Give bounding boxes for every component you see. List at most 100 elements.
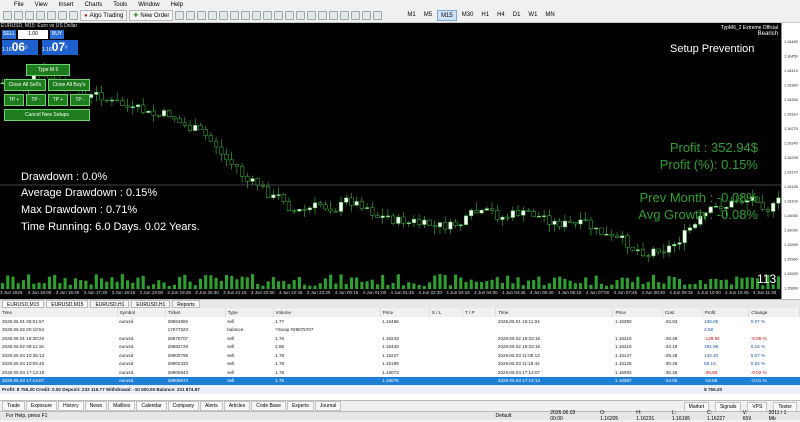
toolbox-tab-alerts[interactable]: Alerts xyxy=(200,401,223,411)
toolbox-tab-experts[interactable]: Experts xyxy=(286,401,314,411)
history-row[interactable]: 2026.06.02 00:10:54 17677623 balance ?Swap … xyxy=(0,326,800,335)
lot-size-input[interactable]: 1.00 xyxy=(18,30,48,39)
new-order-button[interactable]: ✚ New Order xyxy=(129,10,174,21)
toolbox-tab-history[interactable]: History xyxy=(58,401,84,411)
zoom-in-icon[interactable] xyxy=(219,11,229,20)
history-row[interactable]: 2026.06.03 17:14:07 eurusd 28906574 sell 1.7… xyxy=(0,376,800,385)
market-watch-icon[interactable] xyxy=(25,11,34,20)
toolbox-tab-trade[interactable]: Trade xyxy=(2,401,25,411)
timeframe-w1[interactable]: W1 xyxy=(525,10,540,21)
timeframe-mn[interactable]: MN xyxy=(542,10,557,21)
toolbox-tab-articles[interactable]: Articles xyxy=(223,401,251,411)
column-header[interactable]: Price xyxy=(380,308,430,317)
column-header[interactable]: Change xyxy=(748,308,800,317)
menu-insert[interactable]: Insert xyxy=(59,2,74,8)
text-icon[interactable] xyxy=(362,11,372,20)
volume-bar xyxy=(677,278,682,289)
chart-tab-1[interactable]: EURUSD,M15 xyxy=(2,300,45,308)
timeframe-m5[interactable]: M5 xyxy=(421,10,435,21)
cancel-new-setups-button[interactable]: Cancel New Setups xyxy=(4,109,90,121)
crosshair-icon[interactable] xyxy=(296,11,306,20)
column-header[interactable]: Time xyxy=(0,308,118,317)
timeframe-h1[interactable]: H1 xyxy=(478,10,492,21)
column-header[interactable]: Price xyxy=(612,308,663,317)
buy-button[interactable]: BUY xyxy=(50,30,64,39)
column-header[interactable]: Ticket xyxy=(165,308,226,317)
chart-shift-icon[interactable] xyxy=(263,11,273,20)
column-header[interactable]: Volume xyxy=(273,308,381,317)
tp-plus-button-1[interactable]: TP + xyxy=(4,94,24,106)
column-header[interactable]: T / P xyxy=(462,308,497,317)
column-header[interactable]: Type xyxy=(225,308,274,317)
menu-file[interactable]: File xyxy=(14,2,24,8)
timeframe-h4[interactable]: H4 xyxy=(494,10,508,21)
price-axis[interactable]: 1.16485 1.16450 1.16415 1.16380 1.16345 1.163… xyxy=(781,23,800,299)
history-row[interactable]: 2026.06.03 10:35:13 eurusd 28900795 sell 1.7… xyxy=(0,351,800,360)
menu-help[interactable]: Help xyxy=(171,2,183,8)
toolbox-tab-journal[interactable]: Journal xyxy=(314,401,342,411)
trend-line-icon[interactable] xyxy=(329,11,339,20)
timeframe-m1[interactable]: M1 xyxy=(404,10,418,21)
column-header[interactable]: Cost xyxy=(662,308,703,317)
chart-line-icon[interactable] xyxy=(208,11,218,20)
grid-icon[interactable] xyxy=(241,11,251,20)
tp-plus-button-2[interactable]: TP + xyxy=(48,94,68,106)
chart-tab-4[interactable]: EURUSD,H1 xyxy=(131,300,171,308)
toolbox-tab-company[interactable]: Company xyxy=(167,401,200,411)
tp-minus-button-1[interactable]: TP - xyxy=(26,94,46,106)
autoscroll-icon[interactable] xyxy=(252,11,262,20)
history-row[interactable]: 2026.06.02 09:11:15 eurusd 28883728 sell 2.8… xyxy=(0,343,800,352)
menu-charts[interactable]: Charts xyxy=(85,2,103,8)
column-header[interactable]: S / L xyxy=(429,308,463,317)
chart-tab-reports[interactable]: Reports xyxy=(172,300,200,308)
new-chart-icon[interactable] xyxy=(3,11,12,20)
close-all-sells-button[interactable]: Close All Sell's xyxy=(4,79,46,91)
timeframe-d1[interactable]: D1 xyxy=(510,10,524,21)
bid-quote[interactable]: 1.16063 xyxy=(2,40,38,55)
history-row[interactable]: 2026.06.01 06:01:57 eurusd 28864960 sell 1.7… xyxy=(0,317,800,326)
strategy-tester-icon[interactable] xyxy=(58,11,67,20)
channel-icon[interactable] xyxy=(340,11,350,20)
toolbox-tab-calendar[interactable]: Calendar xyxy=(136,401,167,411)
arrow-icon[interactable] xyxy=(373,11,383,20)
chart-tab-2[interactable]: EURUSD,M15 xyxy=(46,300,89,308)
timeframe-m15[interactable]: M15 xyxy=(437,10,457,21)
history-row[interactable]: 2026.06.03 17:13:19 eurusd 28906543 sell 1.7… xyxy=(0,368,800,377)
column-header[interactable]: Time xyxy=(495,308,614,317)
history-row[interactable]: 2026.06.01 18:30:26 eurusd 28875707 sell 1.7… xyxy=(0,334,800,343)
toolbox-tab-mailbox[interactable]: Mailbox xyxy=(108,401,136,411)
toolbox-tab-news[interactable]: News xyxy=(84,401,108,411)
history-row[interactable]: 2026.06.03 10:05:46 eurusd 28902333 sell 1.7… xyxy=(0,360,800,369)
tp-minus-button-2[interactable]: TP - xyxy=(70,94,90,106)
sell-button[interactable]: SELL xyxy=(2,30,16,39)
profiles-icon[interactable] xyxy=(14,11,23,20)
ask-quote[interactable]: 1.16070 xyxy=(42,40,78,55)
column-header[interactable]: Profit xyxy=(702,308,750,317)
indicators-icon[interactable] xyxy=(274,11,284,20)
chart-bars-icon[interactable] xyxy=(186,11,196,20)
toolbox-tab-exposure[interactable]: Exposure xyxy=(25,401,58,411)
menu-tools[interactable]: Tools xyxy=(113,2,127,8)
algo-trading-button[interactable]: ● Algo Trading xyxy=(80,10,128,21)
horizontal-line-icon[interactable] xyxy=(318,11,328,20)
menu-view[interactable]: View xyxy=(35,2,48,8)
type-button[interactable]: Type M 6 xyxy=(26,64,70,76)
terminal-icon[interactable] xyxy=(47,11,56,20)
fibonacci-icon[interactable] xyxy=(351,11,361,20)
navigator-icon[interactable] xyxy=(36,11,45,20)
zoom-out-icon[interactable] xyxy=(230,11,240,20)
candle-body xyxy=(640,249,646,256)
timeframe-m30[interactable]: M30 xyxy=(459,10,477,21)
cursor-icon[interactable] xyxy=(285,11,295,20)
chart-tab-3[interactable]: EURUSD,H1 xyxy=(90,300,130,308)
status-profile[interactable]: Default xyxy=(489,413,544,419)
toolbox-tab-code-base[interactable]: Code Base xyxy=(251,401,286,411)
close-all-buys-button[interactable]: Close All Buy's xyxy=(48,79,90,91)
chart-candles-icon[interactable] xyxy=(197,11,207,20)
menu-window[interactable]: Window xyxy=(138,2,159,8)
column-header[interactable]: Symbol xyxy=(117,308,167,317)
depth-of-market-icon[interactable] xyxy=(175,11,185,20)
ide-icon[interactable] xyxy=(69,11,78,20)
vertical-line-icon[interactable] xyxy=(307,11,317,20)
volume-bar xyxy=(526,280,531,289)
